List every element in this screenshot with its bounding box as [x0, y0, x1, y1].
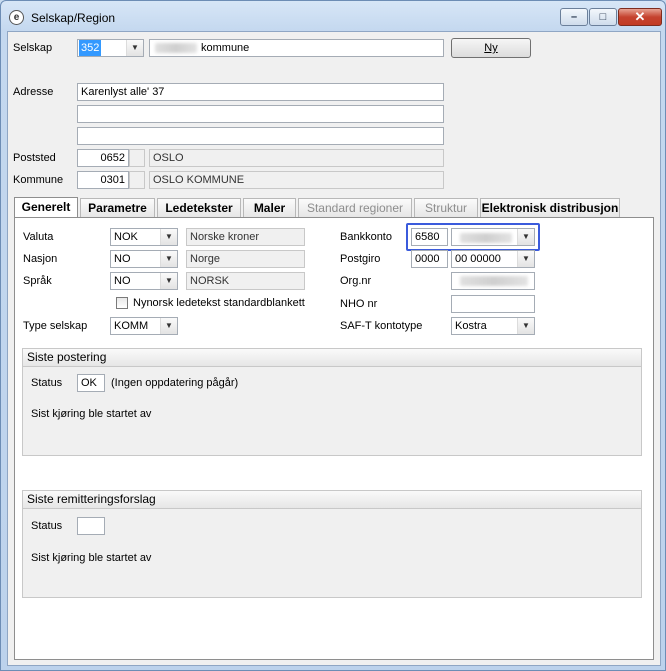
main-window: e Selskap/Region – □ ✕ Selskap 352 ▼ kom…	[0, 0, 666, 671]
chevron-down-icon[interactable]: ▼	[160, 229, 177, 245]
adresse-line-2[interactable]	[77, 105, 444, 123]
postering-started-by-label: Sist kjøring ble startet av	[31, 408, 152, 420]
chevron-down-icon[interactable]: ▼	[160, 318, 177, 334]
nasjon-name-field: Norge	[186, 250, 305, 268]
chevron-down-icon[interactable]: ▼	[160, 273, 177, 289]
poststed-name-field: OSLO	[149, 149, 444, 167]
selskap-name-field[interactable]: kommune	[149, 39, 444, 57]
redacted-text	[460, 233, 512, 243]
nynorsk-checkbox[interactable]	[116, 297, 128, 309]
postering-status-text: (Ingen oppdatering pågår)	[111, 377, 239, 389]
title-bar[interactable]: e Selskap/Region – □ ✕	[1, 1, 665, 31]
valuta-label: Valuta	[23, 231, 54, 243]
window-title: Selskap/Region	[31, 11, 116, 25]
minimize-icon: –	[570, 11, 578, 23]
poststed-code-field[interactable]: 0652	[77, 149, 129, 167]
maximize-icon: □	[599, 11, 607, 23]
nasjon-label: Nasjon	[23, 253, 58, 265]
tab-struktur: Struktur	[414, 198, 478, 217]
saft-combo[interactable]: Kostra ▼	[451, 317, 535, 335]
redacted-text	[155, 43, 197, 53]
app-icon[interactable]: e	[9, 10, 24, 25]
selskap-label: Selskap	[13, 42, 53, 54]
poststed-lookup-button[interactable]	[129, 149, 145, 167]
generelt-panel: Valuta NOK ▼ Norske kroner Nasjon NO ▼ N…	[14, 217, 654, 660]
sprak-combo[interactable]: NO ▼	[110, 272, 178, 290]
remittering-started-by-label: Sist kjøring ble startet av	[31, 552, 152, 564]
valuta-combo[interactable]: NOK ▼	[110, 228, 178, 246]
siste-postering-title: Siste postering	[23, 349, 641, 367]
tab-ledetekster[interactable]: Ledetekster	[157, 198, 241, 217]
close-button[interactable]: ✕	[618, 8, 662, 26]
minimize-button[interactable]: –	[560, 8, 588, 26]
siste-remittering-group: Siste remitteringsforslag Status Sist kj…	[22, 490, 642, 598]
kommune-label: Kommune	[13, 174, 64, 186]
orgnr-label: Org.nr	[340, 275, 372, 287]
type-selskap-label: Type selskap	[23, 320, 88, 332]
postgiro-combo[interactable]: 00 00000 ▼	[451, 250, 535, 268]
sprak-code: NO	[114, 275, 131, 287]
postering-status-field: OK	[77, 374, 105, 392]
valuta-name-field: Norske kroner	[186, 228, 305, 246]
chevron-down-icon[interactable]: ▼	[160, 251, 177, 267]
chevron-down-icon[interactable]: ▼	[517, 229, 534, 245]
bankkonto-combo[interactable]: ▼	[451, 228, 535, 246]
siste-remittering-title: Siste remitteringsforslag	[23, 491, 641, 509]
nasjon-combo[interactable]: NO ▼	[110, 250, 178, 268]
selskap-value: 352	[79, 40, 102, 56]
postgiro-value: 00 00000	[455, 253, 501, 265]
tab-maler[interactable]: Maler	[243, 198, 296, 217]
poststed-label: Poststed	[13, 152, 56, 164]
bankkonto-prefix-field[interactable]: 6580	[411, 228, 448, 246]
postering-status-label: Status	[31, 377, 63, 389]
remittering-status-label: Status	[31, 520, 63, 532]
nho-field[interactable]	[451, 295, 535, 313]
sprak-label: Språk	[23, 275, 52, 287]
sprak-name-field: NORSK	[186, 272, 305, 290]
valuta-code: NOK	[114, 231, 138, 243]
chevron-down-icon[interactable]: ▼	[517, 318, 534, 334]
siste-postering-group: Siste postering Status OK (Ingen oppdate…	[22, 348, 642, 456]
selskap-name-suffix: kommune	[201, 42, 250, 54]
adresse-label: Adresse	[13, 86, 54, 98]
adresse-line-3[interactable]	[77, 127, 444, 145]
tab-elektronisk-distribusjon[interactable]: Elektronisk distribusjon	[480, 198, 620, 217]
tab-standard-regioner: Standard regioner	[298, 198, 412, 217]
close-icon: ✕	[634, 9, 646, 24]
tab-strip: Generelt Parametre Ledetekster Maler Sta…	[14, 197, 654, 218]
tab-parametre[interactable]: Parametre	[80, 198, 155, 217]
adresse-line-1[interactable]: Karenlyst alle' 37	[77, 83, 444, 101]
nynorsk-checkbox-label: Nynorsk ledetekst standardblankett	[133, 297, 305, 309]
saft-value: Kostra	[455, 320, 487, 332]
form-area: Selskap 352 ▼ kommune Ny Adresse Karenly…	[7, 31, 661, 666]
ny-button-label: Ny	[484, 42, 498, 54]
postgiro-prefix-field[interactable]: 0000	[411, 250, 448, 268]
ny-button[interactable]: Ny	[451, 38, 531, 58]
kommune-name-field: OSLO KOMMUNE	[149, 171, 444, 189]
chevron-down-icon[interactable]: ▼	[126, 40, 143, 56]
tab-generelt[interactable]: Generelt	[14, 197, 78, 218]
redacted-text	[460, 276, 528, 286]
kommune-code-field[interactable]: 0301	[77, 171, 129, 189]
postgiro-label: Postgiro	[340, 253, 381, 265]
nho-label: NHO nr	[340, 298, 378, 310]
type-selskap-combo[interactable]: KOMM ▼	[110, 317, 178, 335]
type-selskap-value: KOMM	[114, 320, 149, 332]
selskap-combo[interactable]: 352 ▼	[77, 39, 144, 57]
chevron-down-icon[interactable]: ▼	[517, 251, 534, 267]
kommune-lookup-button[interactable]	[129, 171, 145, 189]
remittering-status-field	[77, 517, 105, 535]
bankkonto-label: Bankkonto	[340, 231, 392, 243]
orgnr-field[interactable]	[451, 272, 535, 290]
saft-label: SAF-T kontotype	[340, 320, 423, 332]
nasjon-code: NO	[114, 253, 131, 265]
maximize-button[interactable]: □	[589, 8, 617, 26]
